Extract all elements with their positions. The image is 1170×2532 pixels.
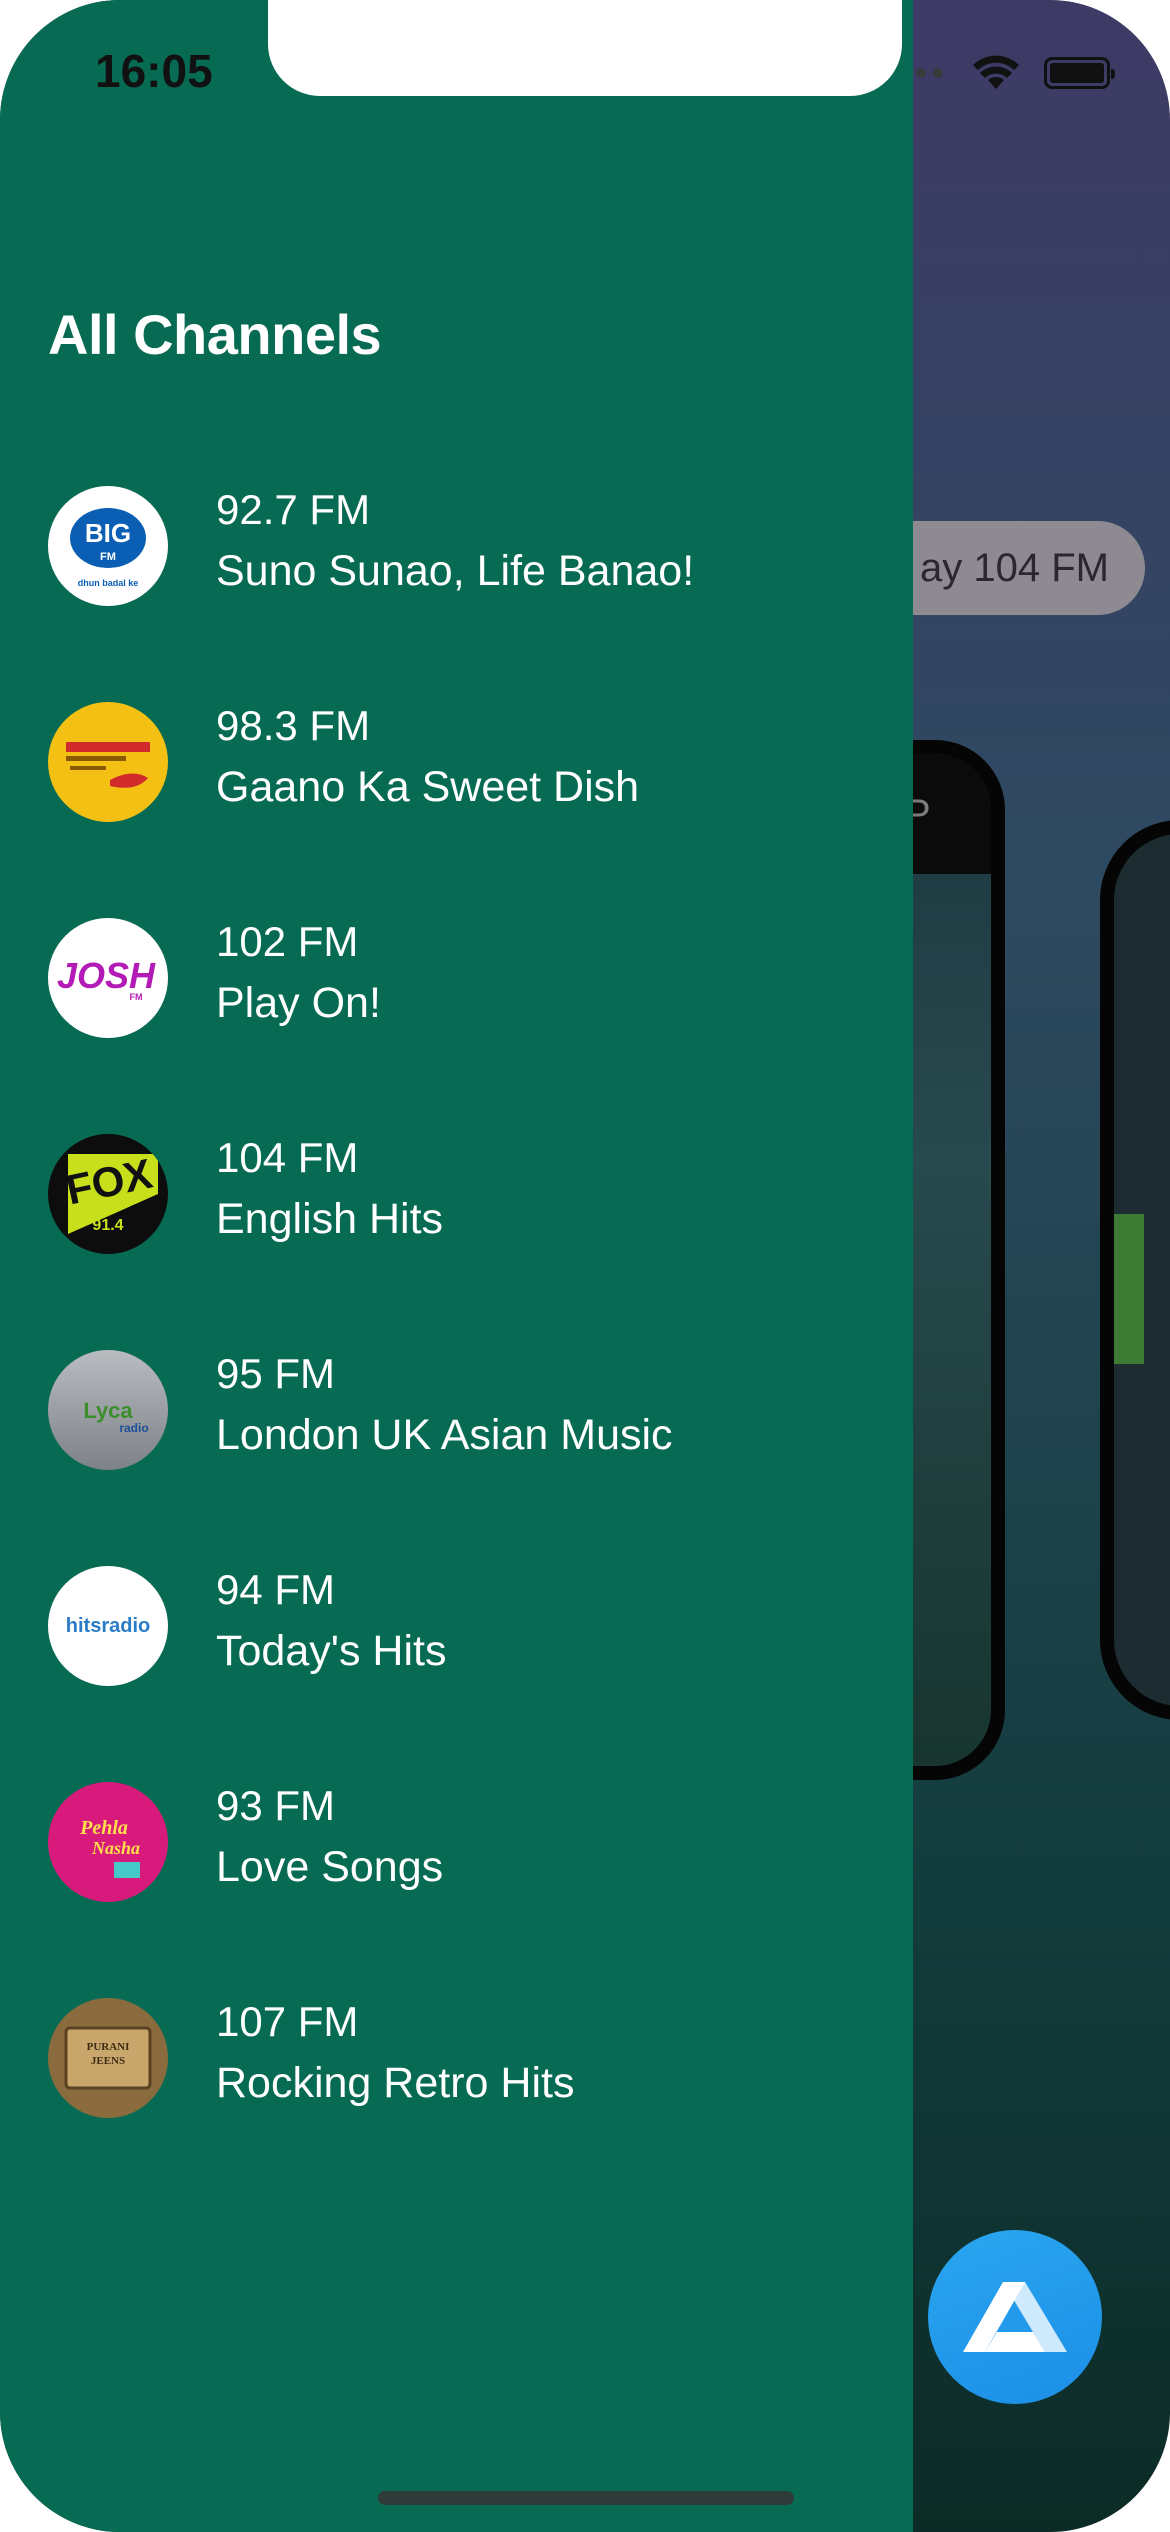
device-notch (268, 0, 902, 96)
meethi-mirchi-logo-icon (48, 702, 168, 822)
channel-item-107[interactable]: PURANI JEENS 107 FM Rocking Retro Hits (0, 1992, 913, 2172)
svg-text:Pehla: Pehla (79, 1817, 128, 1839)
channel-tagline: Love Songs (216, 1843, 444, 1891)
svg-text:JEENS: JEENS (91, 2055, 125, 2067)
player-card-next[interactable] (1100, 820, 1170, 1720)
channel-tagline: Today's Hits (216, 1627, 447, 1675)
channel-tagline: English Hits (216, 1195, 444, 1243)
status-icons: •••• (882, 52, 1115, 94)
svg-text:JOSH: JOSH (57, 955, 156, 996)
channel-item-104[interactable]: FOX 91.4 104 FM English Hits (0, 1128, 913, 1308)
channel-frequency: 92.7 FM (216, 486, 371, 533)
svg-text:FM: FM (130, 992, 143, 1002)
channel-frequency: 95 FM (216, 1350, 336, 1397)
channel-tagline: London UK Asian Music (216, 1411, 673, 1459)
channel-item-98-3[interactable]: 98.3 FM Gaano Ka Sweet Dish (0, 696, 913, 876)
card-accent-stripe (1114, 1214, 1144, 1364)
channel-item-102[interactable]: JOSH FM 102 FM Play On! (0, 912, 913, 1092)
fox-fm-logo-icon: FOX 91.4 (48, 1134, 168, 1254)
svg-text:radio: radio (119, 1421, 148, 1435)
josh-fm-logo-icon: JOSH FM (48, 918, 168, 1038)
channel-tagline: Gaano Ka Sweet Dish (216, 763, 640, 811)
lyca-radio-logo-icon: Lyca radio (48, 1350, 168, 1470)
battery-icon (1044, 57, 1115, 89)
wifi-icon (973, 55, 1019, 89)
svg-text:FM: FM (100, 551, 116, 563)
app-logo-icon (963, 2282, 1067, 2352)
svg-text:dhun badal ke: dhun badal ke (78, 578, 139, 588)
channel-drawer: 16:05 All Channels BIG FM dhun badal ke … (0, 0, 913, 2532)
channel-tagline: Play On! (216, 979, 381, 1027)
channel-item-94[interactable]: hitsradio 94 FM Today's Hits (0, 1560, 913, 1740)
channel-frequency: 94 FM (216, 1566, 336, 1613)
channel-item-92-7[interactable]: BIG FM dhun badal ke 92.7 FM Suno Sunao,… (0, 480, 913, 660)
status-time: 16:05 (95, 45, 213, 97)
channel-frequency: 107 FM (216, 1998, 359, 2045)
channel-frequency: 102 FM (216, 918, 359, 965)
svg-text:91.4: 91.4 (92, 1217, 123, 1234)
svg-text:Nasha: Nasha (91, 1838, 140, 1858)
svg-text:PURANI: PURANI (87, 2041, 130, 2053)
phone-screen: ay 104 FM P •••• 16:05 All Channels BIG … (0, 0, 1170, 2532)
svg-text:Lyca: Lyca (83, 1398, 133, 1423)
big-fm-logo-icon: BIG FM dhun badal ke (48, 486, 168, 606)
svg-text:BIG: BIG (85, 518, 131, 548)
purani-jeens-logo-icon: PURANI JEENS (48, 1998, 168, 2118)
channel-frequency: 104 FM (216, 1134, 359, 1181)
app-launcher-button[interactable] (928, 2230, 1102, 2404)
channel-tagline: Suno Sunao, Life Banao! (216, 547, 695, 595)
channel-item-95[interactable]: Lyca radio 95 FM London UK Asian Music (0, 1344, 913, 1524)
channel-frequency: 93 FM (216, 1782, 336, 1829)
channel-tagline: Rocking Retro Hits (216, 2059, 575, 2107)
channel-frequency: 98.3 FM (216, 702, 371, 749)
drawer-title: All Channels (48, 303, 382, 366)
now-playing-label: ay 104 FM (920, 546, 1109, 590)
hits-radio-logo-icon: hitsradio (48, 1566, 168, 1686)
channel-item-93[interactable]: Pehla Nasha 93 FM Love Songs (0, 1776, 913, 1956)
home-indicator[interactable] (378, 2491, 794, 2505)
pehla-nasha-logo-icon: Pehla Nasha (48, 1782, 168, 1902)
svg-text:hitsradio: hitsradio (66, 1615, 150, 1637)
